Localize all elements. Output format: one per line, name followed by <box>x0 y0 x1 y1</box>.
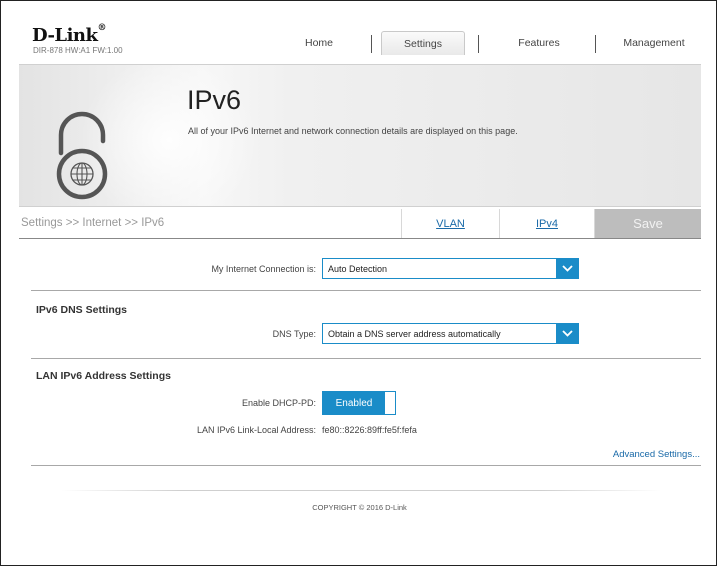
ipv6-lock-globe-icon <box>56 111 108 200</box>
section-divider <box>31 290 701 291</box>
page-title: IPv6 <box>187 85 242 115</box>
breadcrumb-bar: Settings >> Internet >> IPv6 VLAN IPv4 S… <box>19 209 701 239</box>
nav-divider <box>478 35 479 53</box>
model-info: DIR-878 HW:A1 FW:1.00 <box>33 46 123 55</box>
section-divider <box>31 358 701 359</box>
top-header: D-Link® DIR-878 HW:A1 FW:1.00 Home Setti… <box>19 21 701 63</box>
nav-home[interactable]: Home <box>269 31 369 55</box>
copyright: COPYRIGHT © 2016 D-Link <box>312 503 407 512</box>
dlink-logo: D-Link® <box>32 23 106 46</box>
dhcp-pd-toggle-state: Enabled <box>323 392 385 414</box>
dns-type-select[interactable]: Obtain a DNS server address automaticall… <box>322 323 579 344</box>
tab-vlan[interactable]: VLAN <box>401 209 499 238</box>
link-local-label: LAN IPv6 Link-Local Address: <box>196 425 316 435</box>
dhcp-pd-toggle[interactable]: Enabled <box>322 391 396 415</box>
link-local-value: fe80::8226:89ff:fe5f:fefa <box>322 425 417 435</box>
nav-divider <box>595 35 596 53</box>
page-banner: IPv6 All of your IPv6 Internet and netwo… <box>19 64 701 207</box>
brand-mark: ® <box>97 23 106 33</box>
dns-type-value: Obtain a DNS server address automaticall… <box>328 328 501 339</box>
save-button[interactable]: Save <box>595 209 701 238</box>
breadcrumb: Settings >> Internet >> IPv6 <box>21 217 165 229</box>
nav-divider <box>371 35 372 53</box>
page-description: All of your IPv6 Internet and network co… <box>188 126 518 136</box>
dhcp-pd-label: Enable DHCP-PD: <box>241 398 316 408</box>
dns-section-title: IPv6 DNS Settings <box>36 304 128 316</box>
tab-ipv4[interactable]: IPv4 <box>499 209 595 238</box>
advanced-settings-link[interactable]: Advanced Settings... <box>613 449 700 460</box>
connection-type-value: Auto Detection <box>328 263 388 274</box>
footer-divider <box>61 490 661 491</box>
nav-features[interactable]: Features <box>489 31 589 55</box>
dns-type-label: DNS Type: <box>272 329 316 339</box>
section-divider <box>31 465 701 466</box>
connection-type-select[interactable]: Auto Detection <box>322 258 579 279</box>
chevron-down-icon[interactable] <box>556 324 578 343</box>
brand-name: D-Link <box>32 25 98 46</box>
page-frame: D-Link® DIR-878 HW:A1 FW:1.00 Home Setti… <box>0 0 717 566</box>
chevron-down-icon[interactable] <box>556 259 578 278</box>
nav-settings[interactable]: Settings <box>381 31 465 55</box>
nav-management[interactable]: Management <box>607 31 701 55</box>
connection-type-label: My Internet Connection is: <box>211 264 316 274</box>
lan-section-title: LAN IPv6 Address Settings <box>36 370 171 382</box>
